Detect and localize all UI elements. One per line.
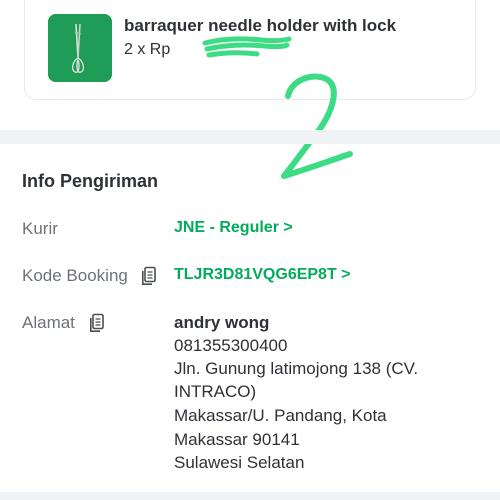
recipient-name: andry wong (174, 313, 270, 332)
shipping-info-title: Info Pengiriman (22, 171, 159, 191)
order-detail-page: barraquer needle holder with lock 2 x Rp… (0, 0, 500, 500)
address-line: Makassar/U. Pandang, Kota (174, 406, 387, 425)
address-line: Jln. Gunung latimojong 138 (CV. (174, 359, 419, 378)
section-divider (0, 130, 500, 144)
product-name[interactable]: barraquer needle holder with lock (124, 16, 396, 36)
product-card[interactable]: barraquer needle holder with lock 2 x Rp (24, 0, 476, 100)
booking-code-label: Kode Booking (22, 266, 128, 285)
handwritten-two-annotation (281, 73, 353, 179)
booking-code-value-link[interactable]: TLJR3D81VQG6EP8T > (174, 266, 351, 284)
product-area: barraquer needle holder with lock 2 x Rp (0, 0, 500, 130)
copy-icon[interactable] (89, 313, 105, 333)
address-phone: 081355300400 (174, 336, 288, 355)
courier-value-link[interactable]: JNE - Reguler > (174, 219, 293, 237)
product-thumbnail[interactable] (48, 14, 112, 82)
copy-icon[interactable] (141, 266, 157, 286)
needle-holder-icon (48, 14, 112, 82)
address-line: Makassar 90141 (174, 430, 300, 449)
address-line: Sulawesi Selatan (174, 453, 305, 472)
address-label: Alamat (22, 313, 75, 332)
product-price: 2 x Rp (124, 41, 171, 58)
address-line: INTRACO) (174, 382, 257, 401)
bottom-divider (0, 492, 500, 500)
courier-label: Kurir (22, 219, 58, 238)
price-redaction-scribble (202, 36, 292, 58)
